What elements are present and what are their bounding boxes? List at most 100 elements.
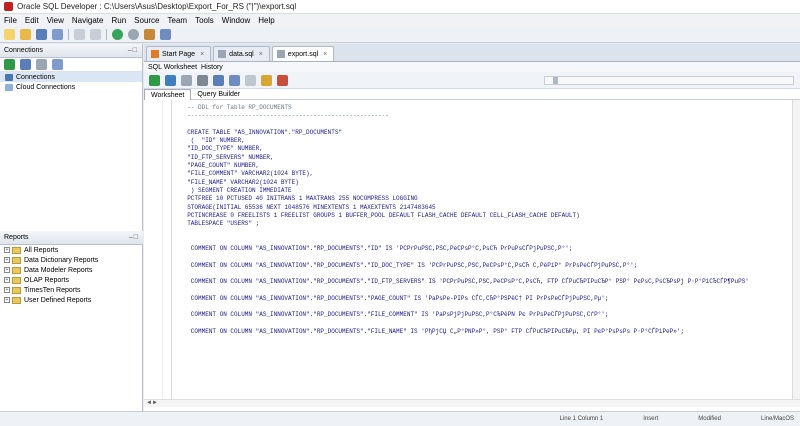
save-icon[interactable] [36, 29, 47, 40]
panel-controls[interactable]: –□ [128, 47, 138, 54]
code-line[interactable]: "PAGE_COUNT" NUMBER, [180, 162, 749, 170]
report-item-user-defined[interactable]: + User Defined Reports [0, 295, 143, 305]
undo-icon[interactable] [74, 29, 85, 40]
sql-icon[interactable] [160, 29, 171, 40]
clear-icon[interactable] [245, 74, 256, 86]
run-script-icon[interactable] [165, 74, 176, 86]
worksheet-toolbar [144, 72, 800, 89]
tab-data-sql[interactable]: data.sql × [213, 46, 270, 61]
position-slider[interactable] [544, 76, 794, 85]
code-line[interactable]: PCTFREE 10 PCTUSED 40 INITRANS 1 MAXTRAN… [180, 195, 749, 203]
open-folder-icon[interactable] [20, 29, 31, 40]
code-line[interactable]: -- DDL for Table RP_DOCUMENTS [180, 104, 749, 112]
expand-icon[interactable]: + [4, 247, 10, 253]
rollback-icon[interactable] [197, 74, 208, 86]
close-icon[interactable]: × [323, 51, 327, 58]
code-line[interactable] [180, 228, 749, 236]
filter-icon[interactable] [36, 59, 47, 70]
code-line[interactable]: CREATE TABLE "AS_INNOVATION"."RP_DOCUMEN… [180, 129, 749, 137]
autotrace-icon[interactable] [229, 74, 240, 86]
back-icon[interactable] [112, 29, 123, 40]
status-cursor-position: Line 1 Column 1 [559, 416, 604, 422]
menu-tools[interactable]: Tools [195, 16, 214, 25]
code-line[interactable]: COMMENT ON COLUMN "AS_INNOVATION"."RP_DO… [180, 245, 749, 253]
menu-run[interactable]: Run [111, 16, 126, 25]
code-line[interactable] [180, 270, 749, 278]
commit-icon[interactable] [181, 74, 192, 86]
report-item-olap[interactable]: + OLAP Reports [0, 275, 143, 285]
menu-team[interactable]: Team [168, 16, 188, 25]
eraser-icon[interactable] [277, 74, 288, 86]
code-line[interactable]: TABLESPACE "USERS" ; [180, 220, 749, 228]
save-all-icon[interactable] [52, 29, 63, 40]
expand-icon[interactable]: + [4, 287, 10, 293]
code-line[interactable]: ) SEGMENT CREATION IMMEDIATE [180, 187, 749, 195]
tree-item-cloud-connections[interactable]: Cloud Connections [0, 82, 142, 92]
menu-window[interactable]: Window [222, 16, 250, 25]
add-connection-icon[interactable] [4, 59, 15, 70]
close-icon[interactable]: × [259, 51, 263, 58]
run-statement-icon[interactable] [149, 74, 160, 86]
code-line[interactable]: "FILE_COMMENT" VARCHAR2(1024 BYTE), [180, 170, 749, 178]
code-line[interactable] [180, 287, 749, 295]
code-line[interactable]: COMMENT ON COLUMN "AS_INNOVATION"."RP_DO… [180, 278, 749, 286]
menu-file[interactable]: File [4, 16, 17, 25]
status-line-ending: Line/MacOS [760, 416, 794, 422]
code-line[interactable]: COMMENT ON COLUMN "AS_INNOVATION"."RP_DO… [180, 262, 749, 270]
panel-controls[interactable]: –□ [129, 234, 139, 241]
tab-query-builder[interactable]: Query Builder [191, 91, 246, 98]
report-item-all[interactable]: + All Reports [0, 245, 143, 255]
explain-plan-icon[interactable] [213, 74, 224, 86]
code-text[interactable]: -- DDL for Table RP_DOCUMENTS ----------… [180, 104, 749, 336]
code-line[interactable]: "ID_DOC_TYPE" NUMBER, [180, 145, 749, 153]
code-line[interactable] [180, 253, 749, 261]
expand-icon[interactable]: + [4, 267, 10, 273]
slider-thumb[interactable] [553, 77, 558, 84]
code-line[interactable]: COMMENT ON COLUMN "AS_INNOVATION"."RP_DO… [180, 328, 749, 336]
menu-source[interactable]: Source [134, 16, 159, 25]
menu-navigate[interactable]: Navigate [72, 16, 104, 25]
menu-view[interactable]: View [47, 16, 64, 25]
report-item-data-dictionary[interactable]: + Data Dictionary Reports [0, 255, 143, 265]
subtab-history[interactable]: History [201, 64, 223, 71]
folder-icon [12, 286, 21, 294]
code-line[interactable] [180, 303, 749, 311]
tab-export-sql[interactable]: export.sql × [271, 46, 335, 61]
expand-icon[interactable]: + [4, 257, 10, 263]
refresh-icon[interactable] [20, 59, 31, 70]
close-icon[interactable]: × [200, 51, 204, 58]
code-line[interactable] [180, 237, 749, 245]
database-icon[interactable] [144, 29, 155, 40]
code-line[interactable]: ( "ID" NUMBER, [180, 137, 749, 145]
subtab-sql-worksheet[interactable]: SQL Worksheet [148, 64, 197, 71]
report-item-timesten[interactable]: + TimesTen Reports [0, 285, 143, 295]
schema-browser-icon[interactable] [52, 59, 63, 70]
code-line[interactable]: STORAGE(INITIAL 65536 NEXT 1048576 MINEX… [180, 204, 749, 212]
sql-tuning-icon[interactable] [261, 74, 272, 86]
code-line[interactable] [180, 121, 749, 129]
expand-icon[interactable]: + [4, 297, 10, 303]
vertical-scrollbar[interactable] [792, 100, 800, 399]
report-label: Data Dictionary Reports [24, 256, 99, 264]
tree-item-connections[interactable]: Connections [0, 72, 142, 82]
code-line[interactable]: COMMENT ON COLUMN "AS_INNOVATION"."RP_DO… [180, 311, 749, 319]
forward-icon[interactable] [128, 29, 139, 40]
editor-area: Start Page × data.sql × export.sql × SQL… [144, 44, 800, 411]
redo-icon[interactable] [90, 29, 101, 40]
code-line[interactable]: COMMENT ON COLUMN "AS_INNOVATION"."RP_DO… [180, 295, 749, 303]
menu-edit[interactable]: Edit [25, 16, 39, 25]
horizontal-scrollbar[interactable]: ◄► [144, 399, 800, 407]
code-editor[interactable]: -- DDL for Table RP_DOCUMENTS ----------… [144, 100, 800, 399]
report-item-data-modeler[interactable]: + Data Modeler Reports [0, 265, 143, 275]
new-file-icon[interactable] [4, 29, 15, 40]
code-line[interactable]: ----------------------------------------… [180, 112, 749, 120]
main-toolbar [0, 27, 800, 43]
code-line[interactable]: "ID_FTP_SERVERS" NUMBER, [180, 154, 749, 162]
tab-start-page[interactable]: Start Page × [146, 46, 212, 61]
tab-worksheet[interactable]: Worksheet [144, 88, 192, 100]
code-line[interactable]: PCTINCREASE 0 FREELISTS 1 FREELIST GROUP… [180, 212, 749, 220]
expand-icon[interactable]: + [4, 277, 10, 283]
code-line[interactable] [180, 320, 749, 328]
code-line[interactable]: "FILE_NAME" VARCHAR2(1024 BYTE) [180, 179, 749, 187]
menu-help[interactable]: Help [258, 16, 274, 25]
